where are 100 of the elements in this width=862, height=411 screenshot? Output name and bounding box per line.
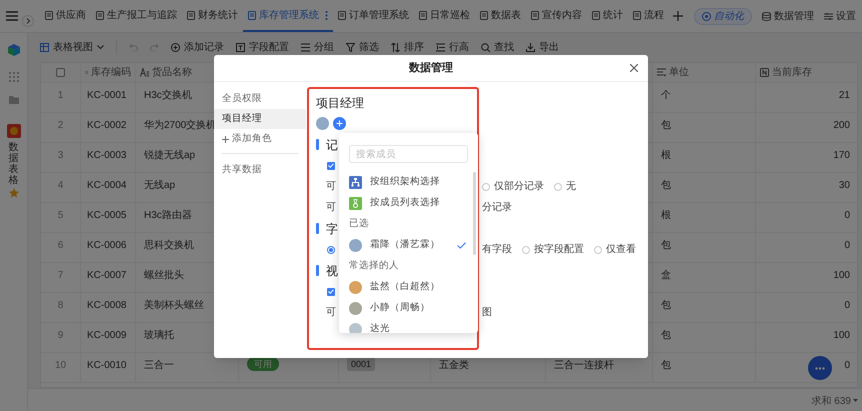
list-icon xyxy=(301,42,310,52)
view-selector[interactable]: 表格视图 xyxy=(40,40,104,54)
modal-title: 数据管理 xyxy=(409,60,453,76)
database-icon xyxy=(762,12,771,20)
chevron-right-icon[interactable] xyxy=(22,15,34,27)
sort-icon xyxy=(391,42,400,52)
nav-item[interactable]: 共享数据 xyxy=(214,160,306,180)
radio-option[interactable]: 按字段配置 xyxy=(522,242,584,257)
toolbar-button[interactable]: 自动化 xyxy=(694,8,752,24)
permission-label: 可 xyxy=(326,306,336,320)
member-item[interactable]: 达光 xyxy=(339,319,478,333)
section-title: 视 xyxy=(326,262,338,280)
toolbar-button[interactable]: 查找 xyxy=(481,40,514,54)
tab[interactable]: 供应商 xyxy=(40,0,91,32)
member-item[interactable]: 盐然（白超然） xyxy=(339,277,478,298)
document-icon xyxy=(248,10,256,20)
table-cell: KC-0006 xyxy=(87,240,126,251)
toolbar-button[interactable]: 添加记录 xyxy=(171,40,224,54)
text-field-icon xyxy=(140,68,149,77)
automation-icon xyxy=(702,12,711,20)
member-item[interactable]: 小静（周畅） xyxy=(339,298,478,319)
toolbar-button[interactable]: 设置 xyxy=(824,8,856,24)
nav-item[interactable]: 项目经理 xyxy=(214,109,306,129)
document-icon xyxy=(419,10,427,20)
document-icon xyxy=(592,10,600,20)
menu-icon[interactable] xyxy=(6,11,18,21)
section-marker xyxy=(316,223,319,234)
toolbar-button[interactable]: 数据管理 xyxy=(762,8,814,24)
table-cell: 30 xyxy=(838,180,850,191)
toolbar-button[interactable]: 筛选 xyxy=(346,40,379,54)
picker-option[interactable]: 按成员列表选择 xyxy=(339,193,478,214)
tab[interactable]: 统计 xyxy=(587,0,628,32)
toolbar-button[interactable]: 分组 xyxy=(301,40,334,54)
scrollbar[interactable] xyxy=(473,172,476,255)
tab[interactable]: 生产报工与追踪 xyxy=(91,0,182,32)
radio-option[interactable]: 无 xyxy=(554,179,576,194)
table-cell: KC-0007 xyxy=(87,270,126,281)
cube-icon[interactable] xyxy=(8,44,20,56)
table-cell: 锐捷无线ap xyxy=(144,150,196,161)
tab[interactable]: 日常巡检 xyxy=(414,0,475,32)
table-cell: 100 xyxy=(833,330,850,341)
row-number: 9 xyxy=(58,330,64,341)
grid-icon[interactable] xyxy=(8,72,18,82)
toolbar-button[interactable]: 字段配置 xyxy=(236,40,289,54)
table-cell: KC-0002 xyxy=(87,120,126,131)
tab[interactable]: 流程 xyxy=(628,0,669,32)
field-icon xyxy=(236,42,245,52)
redo-icon[interactable] xyxy=(150,43,159,51)
plus-icon[interactable] xyxy=(673,11,683,21)
tab[interactable]: 库存管理系统 xyxy=(243,0,333,32)
toolbar-button[interactable]: 行高 xyxy=(436,40,469,54)
close-button[interactable] xyxy=(630,64,638,72)
checkbox[interactable] xyxy=(56,68,65,77)
table-icon xyxy=(40,42,49,52)
table-cell: 200 xyxy=(833,120,850,131)
avatar xyxy=(349,281,362,294)
table-cell: 三合一 xyxy=(144,360,174,371)
search-field[interactable]: 搜索成员 xyxy=(349,145,468,163)
radio-button[interactable] xyxy=(327,246,335,254)
toolbar-button[interactable]: 导出 xyxy=(526,40,559,54)
nav-item[interactable]: 全员权限 xyxy=(214,89,306,109)
tab[interactable]: 宣传内容 xyxy=(526,0,587,32)
radio-option[interactable]: 仅部分记录 xyxy=(482,179,544,194)
section-title: 记 xyxy=(326,136,338,154)
table-cell: 个 xyxy=(661,90,671,101)
kebab-icon[interactable] xyxy=(325,10,328,20)
radio-button[interactable] xyxy=(554,182,562,190)
table-cell: KC-0005 xyxy=(87,210,126,221)
radio-option[interactable]: 仅查看 xyxy=(594,242,636,257)
radio-button[interactable] xyxy=(482,182,490,190)
table-cell: 0 xyxy=(844,240,850,251)
star-icon xyxy=(8,188,18,198)
add-role-button[interactable]: 添加角色 xyxy=(214,129,306,149)
undo-icon[interactable] xyxy=(129,43,138,51)
app-label[interactable]: 数据表格 xyxy=(8,142,18,186)
folder-icon[interactable] xyxy=(8,95,18,104)
row-number: 1 xyxy=(58,90,64,101)
tab[interactable]: 财务统计 xyxy=(182,0,243,32)
add-member-button[interactable] xyxy=(333,117,346,130)
number-field-icon xyxy=(760,68,769,77)
org-chart-icon xyxy=(349,176,362,189)
table-cell: 美制杯头螺丝 xyxy=(144,300,204,311)
caret-down-icon xyxy=(97,45,104,49)
toolbar-button[interactable]: 排序 xyxy=(391,40,424,54)
sliders-icon xyxy=(824,12,833,20)
option-label: 有字段 xyxy=(482,242,512,257)
sum-summary[interactable]: 求和 639 xyxy=(812,394,851,409)
member-item[interactable]: 霜降（潘艺霖） xyxy=(339,235,478,256)
radio-button[interactable] xyxy=(594,246,602,254)
tab[interactable]: 数据表 xyxy=(475,0,526,32)
filter-icon xyxy=(346,42,355,52)
table-cell: 三合一连接杆 xyxy=(554,360,614,371)
picker-option[interactable]: 按组织架构选择 xyxy=(339,172,478,193)
table-cell: 根 xyxy=(661,150,671,161)
radio-button[interactable] xyxy=(522,246,530,254)
table-cell: 100 xyxy=(833,270,850,281)
app-tile-icon[interactable] xyxy=(6,124,20,138)
tab[interactable]: 订单管理系统 xyxy=(333,0,414,32)
option-label: 分记录 xyxy=(482,201,512,215)
document-icon xyxy=(96,10,104,20)
